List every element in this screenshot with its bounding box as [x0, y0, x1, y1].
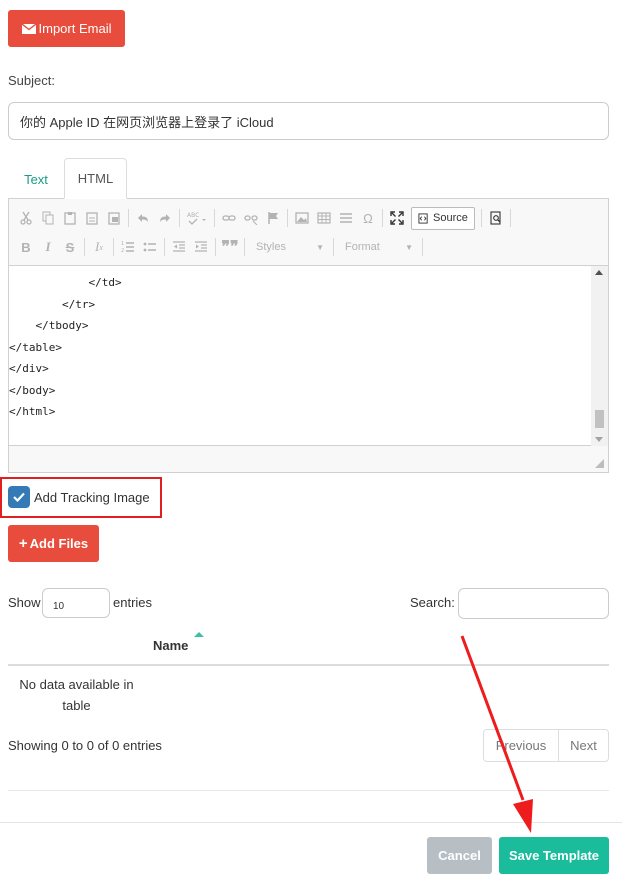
numbered-list-icon[interactable]: 12 [117, 236, 139, 258]
tab-text[interactable]: Text [8, 160, 64, 198]
toolbar-divider [244, 238, 245, 256]
subject-input[interactable]: 你的 Apple ID 在网页浏览器上登录了 iCloud [8, 102, 609, 140]
strikethrough-icon[interactable]: S [59, 236, 81, 258]
code-line: </tr> [9, 298, 96, 311]
format-label: Format [345, 241, 380, 253]
styles-label: Styles [256, 241, 286, 253]
next-page-button[interactable]: Next [559, 730, 608, 761]
toolbar-divider [422, 238, 423, 256]
import-email-label: Import Email [38, 21, 112, 36]
scroll-up-arrow-icon[interactable] [595, 270, 603, 275]
svg-text:ABC: ABC [187, 212, 199, 219]
toolbar-divider [214, 209, 215, 227]
image-icon[interactable] [291, 207, 313, 229]
html-editor: ABC Ω Source B I S Ix 1 2 ❞❞ Styles ▼ Fo… [8, 198, 609, 473]
format-dropdown[interactable]: Format ▼ [337, 237, 419, 257]
tab-html[interactable]: HTML [64, 158, 127, 199]
undo-icon[interactable] [132, 207, 154, 229]
toolbar-divider [333, 238, 334, 256]
link-icon[interactable] [218, 207, 240, 229]
checkmark-icon [13, 492, 25, 502]
redo-icon[interactable] [154, 207, 176, 229]
toolbar-divider [179, 209, 180, 227]
toolbar-divider [382, 209, 383, 227]
svg-text:1: 1 [121, 241, 124, 247]
code-line: </td> [9, 276, 122, 289]
toolbar-divider [164, 238, 165, 256]
code-line: </tbody> [9, 319, 89, 332]
column-header-name[interactable]: Name [153, 638, 188, 653]
tracking-label: Add Tracking Image [34, 490, 150, 505]
paste-text-icon[interactable] [81, 207, 103, 229]
bulleted-list-icon[interactable] [139, 236, 161, 258]
increase-indent-icon[interactable] [190, 236, 212, 258]
code-scrollbar[interactable] [591, 266, 608, 446]
toolbar-divider [128, 209, 129, 227]
horizontal-line-icon[interactable] [335, 207, 357, 229]
decrease-indent-icon[interactable] [168, 236, 190, 258]
add-files-button[interactable]: + Add Files [8, 525, 99, 562]
code-line: </html> [9, 405, 56, 418]
code-line: </table> [9, 341, 62, 354]
scroll-thumb[interactable] [595, 410, 604, 428]
divider [8, 790, 609, 791]
source-icon [418, 212, 428, 224]
cut-icon[interactable] [15, 207, 37, 229]
preview-icon[interactable] [485, 207, 507, 229]
blockquote-icon[interactable]: ❞❞ [219, 236, 241, 258]
show-label: Show [8, 595, 41, 610]
table-header-border [8, 664, 609, 666]
previous-page-button[interactable]: Previous [484, 730, 559, 761]
table-info: Showing 0 to 0 of 0 entries [8, 738, 162, 753]
unlink-icon[interactable] [240, 207, 262, 229]
copy-icon[interactable] [37, 207, 59, 229]
toolbar-divider [113, 238, 114, 256]
toolbar-divider [509, 209, 511, 227]
styles-dropdown[interactable]: Styles ▼ [248, 237, 330, 257]
italic-icon[interactable]: I [37, 236, 59, 258]
resize-grip-icon[interactable] [595, 459, 604, 468]
source-code-area[interactable]: </td> </tr> </tbody> </table> </div> </b… [9, 266, 608, 446]
svg-text:2: 2 [121, 248, 124, 254]
paste-word-icon[interactable] [103, 207, 125, 229]
add-files-label: Add Files [29, 536, 89, 551]
source-label: Source [433, 212, 468, 224]
spellcheck-icon[interactable]: ABC [183, 207, 211, 229]
save-template-button[interactable]: Save Template [499, 837, 609, 874]
remove-format-icon[interactable]: Ix [88, 236, 110, 258]
toolbar-divider [480, 209, 482, 227]
import-email-button[interactable]: Import Email [8, 10, 125, 47]
subject-label: Subject: [8, 73, 55, 88]
chevron-down-icon: ▼ [316, 242, 324, 252]
entries-label: entries [113, 595, 153, 610]
search-input[interactable] [458, 588, 609, 619]
pagination: Previous Next [483, 729, 609, 762]
editor-toolbar: ABC Ω Source B I S Ix 1 2 ❞❞ Styles ▼ Fo… [9, 199, 608, 266]
bold-icon[interactable]: B [15, 236, 37, 258]
scroll-down-arrow-icon[interactable] [595, 437, 603, 442]
sort-ascending-icon[interactable] [194, 632, 204, 637]
maximize-icon[interactable] [386, 207, 408, 229]
code-line: </div> [9, 362, 49, 375]
special-char-icon[interactable]: Ω [357, 207, 379, 229]
toolbar-divider [215, 238, 216, 256]
toolbar-divider [84, 238, 85, 256]
envelope-icon [21, 22, 36, 34]
toolbar-divider [287, 209, 288, 227]
no-data-message: No data available in table [19, 677, 134, 713]
footer-divider [0, 822, 622, 823]
entries-select[interactable]: 10 [42, 588, 110, 618]
cancel-button[interactable]: Cancel [427, 837, 492, 874]
source-button[interactable]: Source [411, 206, 475, 230]
table-icon[interactable] [313, 207, 335, 229]
anchor-flag-icon[interactable] [262, 207, 284, 229]
tracking-checkbox[interactable] [8, 486, 30, 508]
paste-icon[interactable] [59, 207, 81, 229]
search-label: Search: [410, 595, 455, 610]
chevron-down-icon: ▼ [405, 242, 413, 252]
code-line: </body> [9, 384, 56, 397]
plus-icon: + [18, 535, 28, 552]
